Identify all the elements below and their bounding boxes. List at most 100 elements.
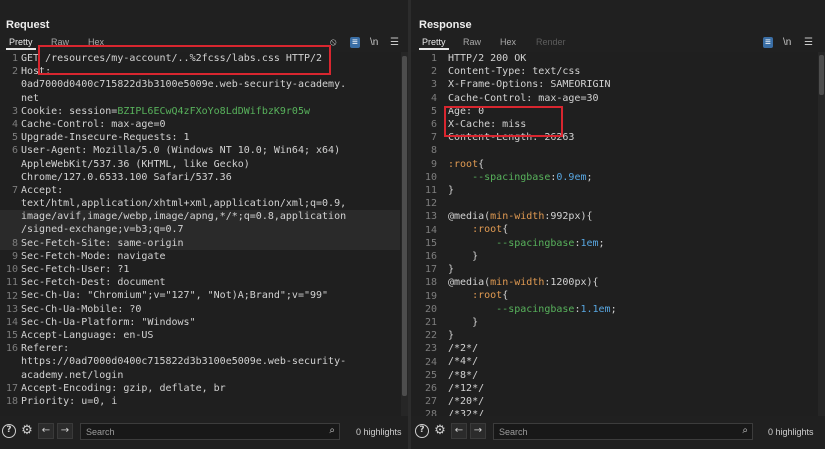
code-token: academy.net/login xyxy=(21,369,124,381)
line-number: 1 xyxy=(11,53,18,64)
code-line: text/html,application/xhtml+xml,applicat… xyxy=(21,197,346,210)
code-line: } xyxy=(448,184,617,197)
code-token: Sec-Ch-Ua-Mobile: ?0 xyxy=(21,303,142,315)
code-token: ; xyxy=(586,171,593,183)
search-placeholder: Search xyxy=(86,427,115,437)
code-line: Referer: xyxy=(21,342,346,355)
code-token: User-Agent: Mozilla/5.0 (Windows NT 10.0… xyxy=(21,145,341,157)
code-token: Chrome/127.0.6533.100 Safari/537.36 xyxy=(21,171,232,183)
line-number: 8 xyxy=(430,145,437,157)
code-line: /*32*/ xyxy=(448,408,617,416)
code-token: @media( xyxy=(448,211,491,223)
help-icon[interactable]: ? xyxy=(2,424,16,438)
settings-icon[interactable]: ⚙ xyxy=(20,424,34,438)
line-number: 10 xyxy=(424,171,437,183)
code-token: { xyxy=(502,290,509,302)
line-number: 5 xyxy=(430,105,437,117)
code-line: Accept: xyxy=(21,184,346,197)
code-token: image/avif,image/webp,image/apng,*/*;q=0… xyxy=(21,211,347,223)
response-scrollbar[interactable] xyxy=(818,52,825,416)
code-line: } xyxy=(448,329,617,342)
code-token: Accept-Language: en-US xyxy=(21,329,154,341)
newline-toggle[interactable]: \n xyxy=(370,37,378,48)
newline-toggle[interactable]: \n xyxy=(783,37,791,48)
line-number: 13 xyxy=(424,211,437,223)
code-token: Sec-Ch-Ua: "Chromium";v="127", "Not)A;Br… xyxy=(21,290,329,302)
line-number: 27 xyxy=(424,396,437,408)
code-token: } xyxy=(448,316,479,328)
line-number: 2 xyxy=(430,66,437,78)
request-search-input[interactable]: Search ⌕ xyxy=(80,423,340,440)
response-menu-icon[interactable]: ☰ xyxy=(804,37,813,48)
code-line: @media(min-width:1200px){ xyxy=(448,276,617,289)
code-token: } xyxy=(448,264,455,275)
line-number: 28 xyxy=(424,409,437,416)
code-token: { xyxy=(478,158,485,170)
code-token: HTTP/2 200 OK xyxy=(448,53,527,64)
pretty-wrap-icon[interactable]: ≡ xyxy=(763,37,773,48)
code-token: /signed-exchange;v=b3;q=0.7 xyxy=(21,224,184,236)
response-title: Response xyxy=(419,19,472,31)
code-token: --spacingbase xyxy=(448,237,575,249)
back-button[interactable]: ← xyxy=(38,423,54,439)
annotation-cache-headers-box xyxy=(444,106,563,137)
search-icon[interactable]: ⌕ xyxy=(742,425,748,436)
code-line: Accept-Language: en-US xyxy=(21,329,346,342)
request-pane: Request Pretty Raw Hex ⦸ ≡ \n ☰ 12345678… xyxy=(0,0,408,449)
forward-button[interactable]: → xyxy=(470,423,486,439)
code-line: @media(min-width:992px){ xyxy=(448,210,617,223)
code-line: /*20*/ xyxy=(448,395,617,408)
line-number: 14 xyxy=(424,224,437,236)
code-token: --spacingbase xyxy=(448,171,551,183)
code-line: User-Agent: Mozilla/5.0 (Windows NT 10.0… xyxy=(21,144,346,157)
line-number: 17 xyxy=(424,264,437,276)
code-line: Sec-Ch-Ua-Mobile: ?0 xyxy=(21,303,346,316)
response-scroll-thumb[interactable] xyxy=(819,55,824,95)
code-line: Cache-Control: max-age=30 xyxy=(448,92,617,105)
tab-raw[interactable]: Raw xyxy=(463,37,481,47)
line-number: 8 xyxy=(11,237,18,249)
search-icon[interactable]: ⌕ xyxy=(329,425,335,436)
code-line: :root{ xyxy=(448,289,617,302)
request-editor[interactable]: 1 2 3 4 5 6 7 8 9 10 11 12 13 14 15 16 17 18 GET /resourc… xyxy=(0,52,408,416)
line-number: 9 xyxy=(430,158,437,170)
code-line: Cache-Control: max-age=0 xyxy=(21,118,346,131)
request-menu-icon[interactable]: ☰ xyxy=(390,37,399,48)
code-line: https://0ad7000d0400c715822d3b3100e5009e… xyxy=(21,355,346,368)
back-button[interactable]: ← xyxy=(451,423,467,439)
code-token: Accept: xyxy=(21,184,64,196)
request-scroll-thumb[interactable] xyxy=(402,56,407,396)
line-number: 4 xyxy=(11,119,18,130)
tab-render[interactable]: Render xyxy=(536,37,566,47)
code-token: min-width xyxy=(490,277,545,289)
response-search-input[interactable]: Search ⌕ xyxy=(493,423,753,440)
line-number: 10 xyxy=(5,264,18,276)
tab-pretty[interactable]: Pretty xyxy=(419,37,448,50)
code-line: Sec-Fetch-Dest: document xyxy=(21,276,346,289)
settings-icon[interactable]: ⚙ xyxy=(433,424,447,438)
line-number: 17 xyxy=(5,383,18,394)
code-token: :root xyxy=(448,158,479,170)
code-token: Sec-Fetch-Site: same-origin xyxy=(21,237,184,249)
code-line: X-Frame-Options: SAMEORIGIN xyxy=(448,78,617,91)
code-line: academy.net/login xyxy=(21,369,346,382)
response-pane: Response Pretty Raw Hex Render ≡ \n ☰ 12… xyxy=(411,0,825,449)
line-number: 9 xyxy=(11,251,18,262)
request-scrollbar[interactable] xyxy=(401,52,408,416)
help-icon[interactable]: ? xyxy=(415,424,429,438)
forward-button[interactable]: → xyxy=(57,423,73,439)
code-token: /*12*/ xyxy=(448,382,485,394)
code-token: } xyxy=(448,250,479,262)
code-token: Priority: u=0, i xyxy=(21,395,118,407)
code-token: } xyxy=(448,184,455,196)
tab-hex[interactable]: Hex xyxy=(500,37,516,47)
request-body[interactable]: GET /resources/my-account/..%2fcss/labs.… xyxy=(21,52,346,408)
code-token: 0.9em xyxy=(556,171,587,183)
pretty-wrap-icon[interactable]: ≡ xyxy=(350,37,360,48)
code-token: Sec-Fetch-Mode: navigate xyxy=(21,250,166,262)
highlights-count: 0 highlights xyxy=(356,427,402,437)
request-search-bar: ? ⚙ ← → Search ⌕ 0 highlights xyxy=(0,420,408,444)
line-number: 11 xyxy=(5,277,18,289)
tab-pretty[interactable]: Pretty xyxy=(6,37,35,50)
